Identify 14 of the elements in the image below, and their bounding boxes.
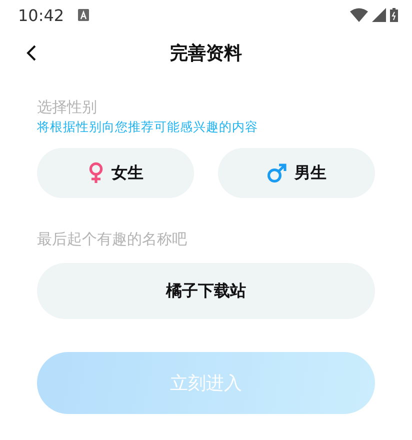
keyboard-notification-icon	[78, 9, 90, 21]
signal-icon	[372, 8, 386, 22]
battery-icon	[390, 8, 398, 22]
gender-button[interactable]: 男生	[218, 148, 375, 198]
gender-hint: 将根据性别向您推荐可能感兴趣的内容	[37, 119, 259, 136]
page-title: 完善资料	[170, 42, 242, 65]
female-symbol-icon	[88, 162, 104, 184]
gender-label: 选择性别	[37, 98, 98, 117]
male-symbol-icon	[266, 163, 286, 183]
name-label: 最后起个有趣的名称吧	[37, 230, 188, 249]
status-time: 10:42	[18, 6, 64, 24]
gender-button[interactable]: 女生	[37, 148, 194, 198]
wifi-icon	[350, 8, 368, 22]
name-field[interactable]: 橘子下载站	[37, 263, 375, 319]
